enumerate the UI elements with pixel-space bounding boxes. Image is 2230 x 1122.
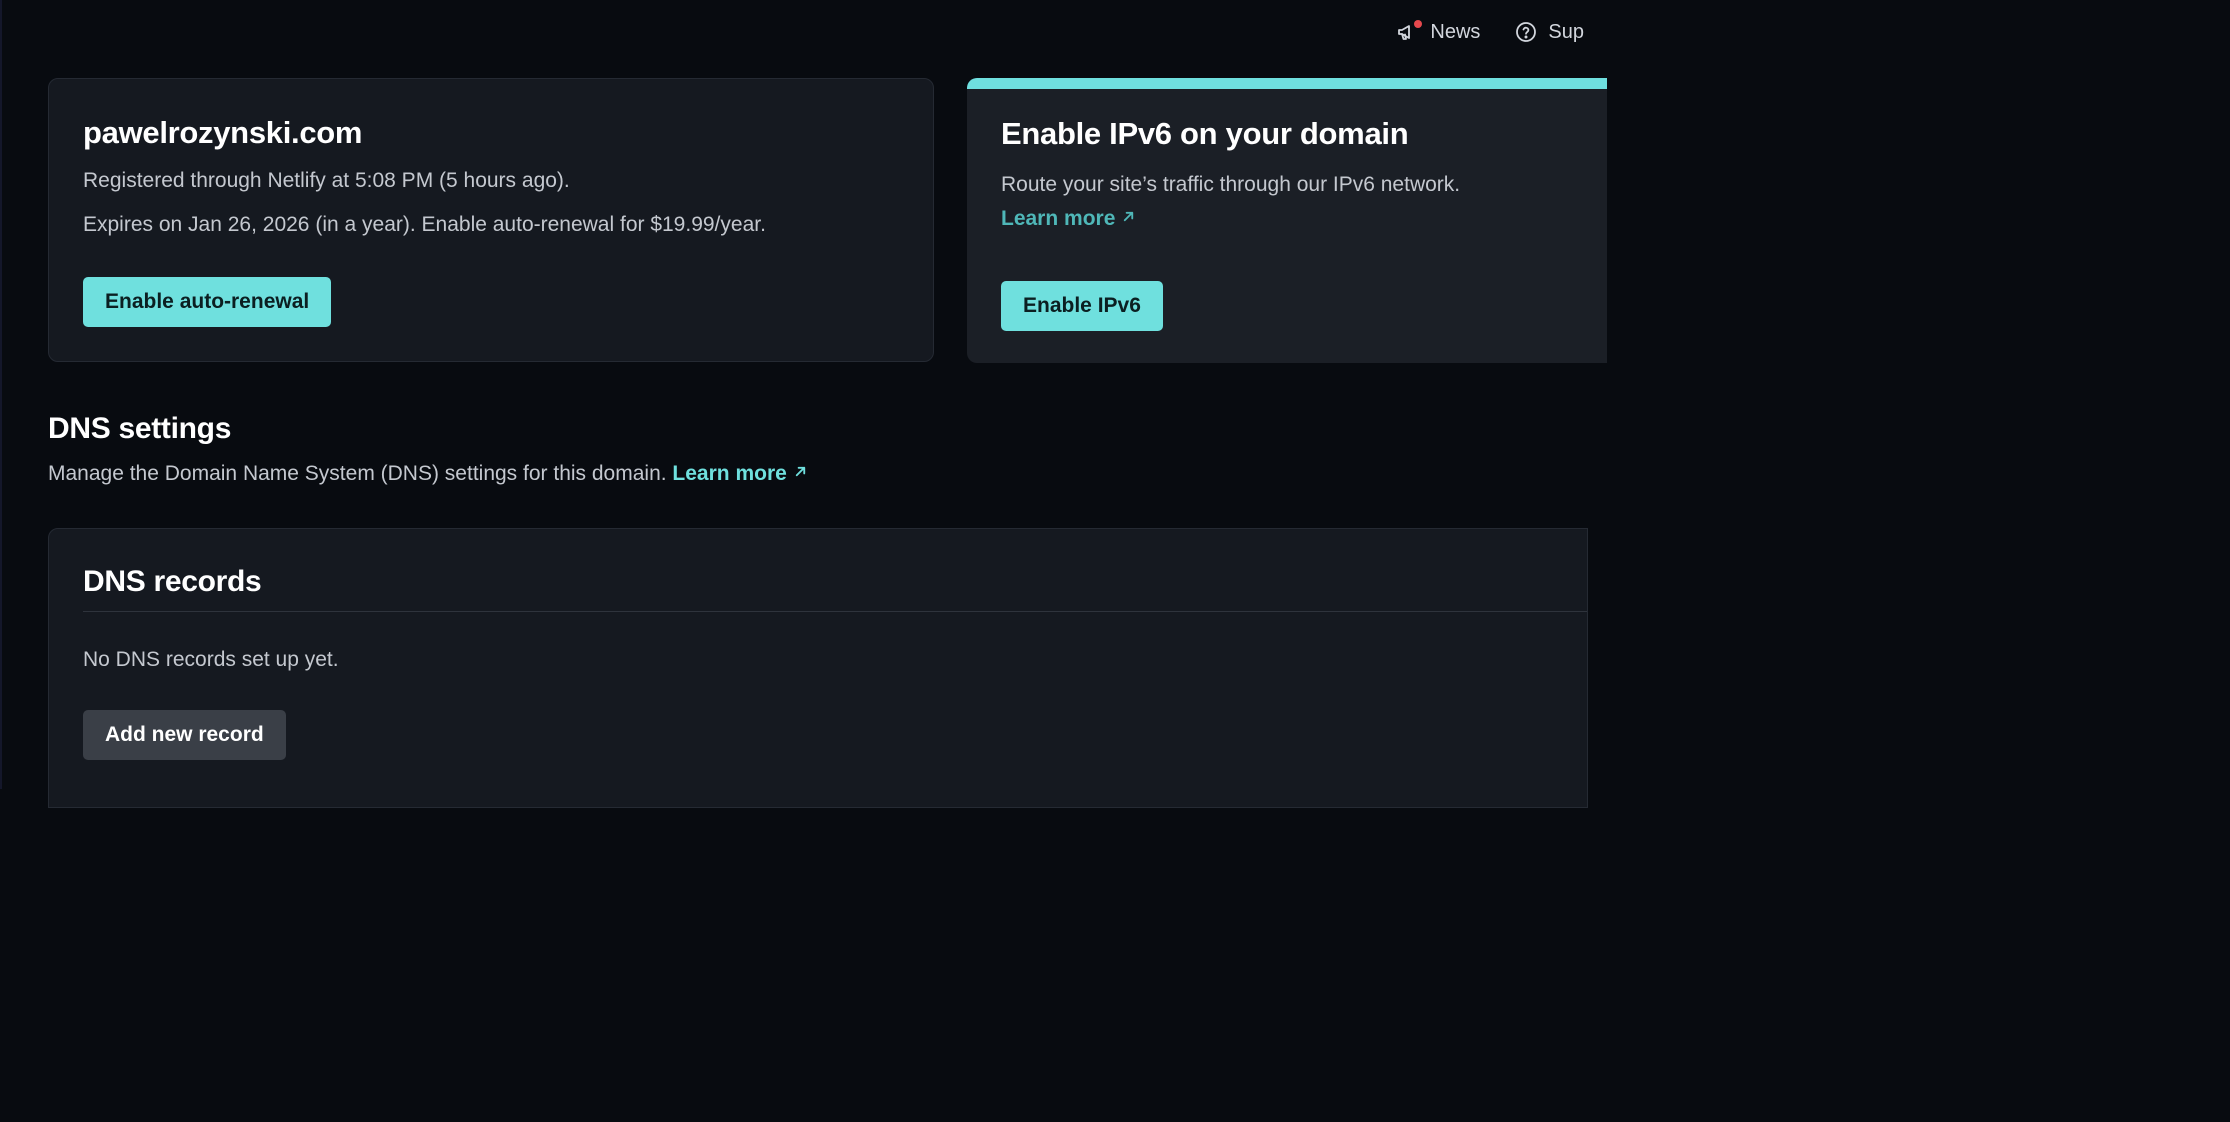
card-accent-bar <box>967 78 1607 89</box>
arrow-up-right-icon <box>1124 211 1134 222</box>
dns-records-title: DNS records <box>83 565 262 598</box>
dns-learn-more-link[interactable]: Learn more <box>672 462 807 485</box>
ipv6-learn-more-link[interactable]: Learn more <box>1001 207 1136 230</box>
enable-auto-renewal-button[interactable]: Enable auto-renewal <box>83 277 332 327</box>
registration-info: Registered through Netlify at 5:08 PM (5… <box>83 169 570 192</box>
ipv6-title: Enable IPv6 on your domain <box>1001 116 1409 151</box>
domain-card: pawelrozynski.com Registered through Net… <box>48 78 934 362</box>
enable-ipv6-button[interactable]: Enable IPv6 <box>1001 281 1163 331</box>
divider <box>83 611 1587 612</box>
ipv6-learn-more-label: Learn more <box>1001 207 1116 230</box>
expiration-info: Expires on Jan 26, 2026 (in a year). Ena… <box>83 213 766 236</box>
arrow-up-right-icon <box>795 466 805 477</box>
dns-settings-title: DNS settings <box>48 412 232 445</box>
dns-settings-description: Manage the Domain Name System (DNS) sett… <box>48 462 667 485</box>
dns-learn-more-label: Learn more <box>672 462 787 485</box>
ipv6-description-block: Route your site’s traffic through our IP… <box>1001 168 1573 236</box>
ipv6-description: Route your site’s traffic through our IP… <box>1001 173 1461 196</box>
domain-title: pawelrozynski.com <box>83 115 363 150</box>
dns-records-card: DNS records No DNS records set up yet. A… <box>48 528 1588 808</box>
notification-dot <box>1414 20 1423 28</box>
ipv6-card: Enable IPv6 on your domain Route your si… <box>967 78 1607 363</box>
top-nav: News Sup <box>1396 14 1584 50</box>
add-new-record-button[interactable]: Add new record <box>83 710 286 760</box>
news-link[interactable]: News <box>1396 20 1480 44</box>
megaphone-icon <box>1396 20 1423 44</box>
support-link[interactable]: Sup <box>1514 20 1584 44</box>
news-label: News <box>1430 20 1481 43</box>
dns-settings-description-block: Manage the Domain Name System (DNS) sett… <box>48 462 808 486</box>
dns-records-empty-state: No DNS records set up yet. <box>83 648 339 671</box>
question-circle-icon <box>1514 20 1538 44</box>
support-label: Sup <box>1548 20 1584 43</box>
